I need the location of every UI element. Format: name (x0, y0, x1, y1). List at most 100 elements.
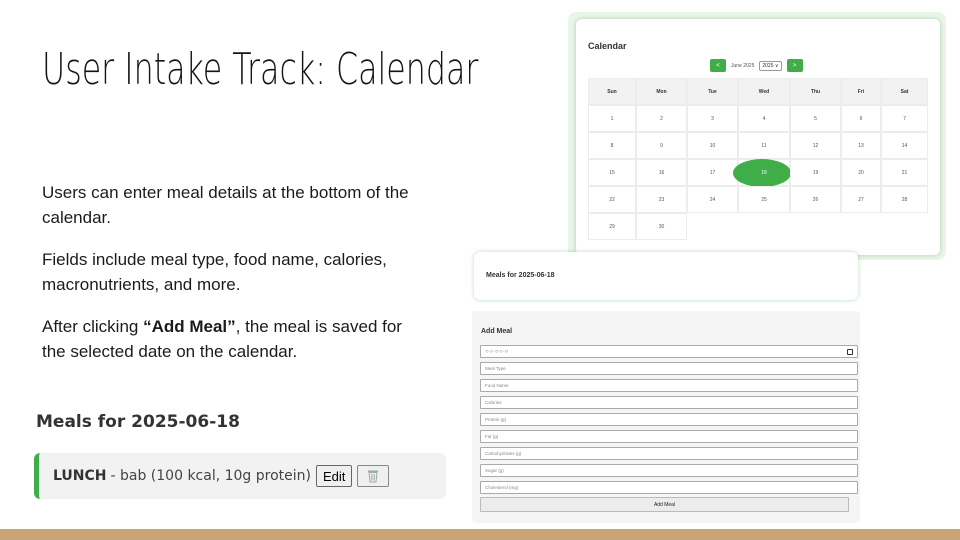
meals-for-date-card: Meals for 2025-06-18 (474, 252, 858, 300)
calendar-day[interactable]: 26 (790, 186, 841, 213)
calendar-day[interactable]: 3 (687, 105, 738, 132)
calendar-day-number: 28 (901, 196, 908, 203)
calendar-day-number: 9 (660, 142, 663, 149)
calendar-icon[interactable] (847, 349, 853, 355)
calendar-day[interactable]: 19 (790, 159, 841, 186)
calendar-day-number: 24 (709, 196, 716, 203)
next-month-button[interactable]: > (786, 59, 803, 72)
calendar-day-number: 22 (609, 196, 615, 203)
year-select[interactable]: 2025 ∨ (759, 60, 782, 71)
calendar-grid: Sun Mon Tue Wed Thu Fri Sat 1 2 3 4 5 6 7 8 9 10 11 12 13 14… (588, 78, 928, 240)
calendar-day[interactable]: 16 (636, 159, 687, 186)
calendar-day[interactable]: 12 (790, 132, 841, 159)
calendar-day-number: 6 (859, 115, 863, 122)
month-label: June 2025 (731, 62, 755, 69)
calendar-day[interactable]: 23 (636, 186, 687, 213)
carbohydrates-input[interactable]: Carbohydrates (g) (480, 447, 858, 460)
calories-input[interactable]: Calories (480, 396, 858, 409)
calendar-day[interactable]: 2 (636, 105, 687, 132)
calendar-day[interactable]: 1 (588, 105, 636, 132)
calendar-day-number: 4 (762, 115, 766, 122)
calendar-day[interactable]: 28 (881, 186, 928, 213)
meal-item: LUNCH - bab (100 kcal, 10g protein) Edit (34, 453, 446, 499)
calendar-day[interactable]: 24 (687, 186, 738, 213)
calendar-day[interactable]: 5 (790, 105, 841, 132)
calendar-nav: < June 2025 2025 ∨ > (710, 59, 803, 72)
calendar-day[interactable]: 22 (588, 186, 636, 213)
meal-type: LUNCH (53, 468, 107, 484)
calendar-day-number: 29 (609, 223, 615, 230)
bullet-3-bold: “Add Meal” (143, 317, 236, 336)
calendar-day[interactable]: 17 (687, 159, 738, 186)
meal-type-input[interactable]: Meal Type (480, 362, 858, 375)
calendar-day[interactable]: 20 (841, 159, 881, 186)
date-input[interactable]: ㅇㅇ-ㅇㅇ-ㅇ (480, 345, 858, 358)
calendar-day-number: 12 (812, 142, 819, 149)
add-meal-button[interactable]: Add Meal (480, 497, 849, 512)
weekday-header: Thu (790, 78, 841, 105)
calendar-day[interactable]: 21 (881, 159, 928, 186)
meals-heading: Meals for 2025-06-18 (36, 412, 240, 432)
weekday-header: Sun (588, 78, 636, 105)
calendar-day[interactable]: 14 (881, 132, 928, 159)
date-placeholder: ㅇㅇ-ㅇㅇ-ㅇ (485, 348, 509, 354)
bullet-2: Fields include meal type, food name, cal… (42, 250, 387, 294)
calendar-day-number: 14 (901, 142, 908, 149)
calendar-day-number: 13 (858, 142, 864, 149)
calendar-day[interactable]: 15 (588, 159, 636, 186)
calendar-day[interactable]: 10 (687, 132, 738, 159)
calendar-day-number: 20 (858, 169, 864, 176)
calendar-day-number: 30 (658, 223, 665, 230)
calendar-day-number: 23 (658, 196, 665, 203)
edit-button[interactable]: Edit (316, 465, 353, 487)
calendar-day[interactable]: 9 (636, 132, 687, 159)
calendar-title: Calendar (588, 41, 627, 51)
calendar-day-number: 8 (610, 142, 614, 149)
weekday-header: Tue (687, 78, 738, 105)
calendar-day[interactable]: 30 (636, 213, 687, 240)
bullet-3: After clicking “Add Meal”, the meal is s… (42, 314, 422, 364)
calendar-day[interactable]: 4 (738, 105, 790, 132)
weekday-header: Sat (881, 78, 928, 105)
cholesterol-input[interactable]: Cholesterol (mg) (480, 481, 858, 494)
calendar-day-number: 17 (709, 169, 716, 176)
prev-month-button[interactable]: < (710, 59, 726, 72)
bullet-1: Users can enter meal details at the bott… (42, 183, 409, 227)
calendar-day[interactable]: 6 (841, 105, 881, 132)
protein-input[interactable]: Protein (g) (480, 413, 858, 426)
food-name-input[interactable]: Food Name (480, 379, 858, 392)
calendar-day[interactable]: 13 (841, 132, 881, 159)
calendar-day-number: 7 (903, 115, 906, 122)
meals-for-date-label: Meals for 2025-06-18 (486, 272, 555, 279)
calendar-day-number: 26 (812, 196, 819, 203)
meal-details: - bab (100 kcal, 10g protein) (110, 468, 312, 484)
calendar-day-number: 15 (609, 169, 615, 176)
calendar-day[interactable]: 8 (588, 132, 636, 159)
calendar-day-selected[interactable]: 18 (733, 159, 791, 187)
calendar-day[interactable]: 29 (588, 213, 636, 240)
calendar-day-number: 21 (901, 169, 908, 176)
calendar-day[interactable]: 25 (738, 186, 790, 213)
add-meal-title: Add Meal (481, 328, 513, 335)
calendar-day[interactable]: 11 (738, 132, 790, 159)
calendar-day-number: 3 (711, 115, 714, 122)
calendar-day-number: 2 (660, 115, 663, 122)
slide-title: User Intake Track: Calendar (42, 44, 479, 95)
bottom-accent-bar (0, 529, 960, 540)
calendar-day-number: 27 (858, 196, 864, 203)
trash-icon (368, 470, 379, 483)
weekday-header: Wed (738, 78, 790, 105)
fat-input[interactable]: Fat (g) (480, 430, 858, 443)
delete-button[interactable] (357, 465, 390, 487)
calendar-day[interactable]: 7 (881, 105, 928, 132)
weekday-header: Fri (841, 78, 881, 105)
calendar-day-number: 16 (658, 169, 665, 176)
calendar-day[interactable]: 27 (841, 186, 881, 213)
calendar-day-number: 11 (761, 142, 767, 149)
calendar-day-number: 5 (814, 115, 817, 122)
bullet-3-prefix: After clicking (42, 317, 144, 336)
bullet-list: Users can enter meal details at the bott… (42, 180, 422, 381)
sugar-input[interactable]: Sugar (g) (480, 464, 858, 477)
calendar-day-number: 10 (709, 142, 716, 149)
weekday-header: Mon (636, 78, 687, 105)
